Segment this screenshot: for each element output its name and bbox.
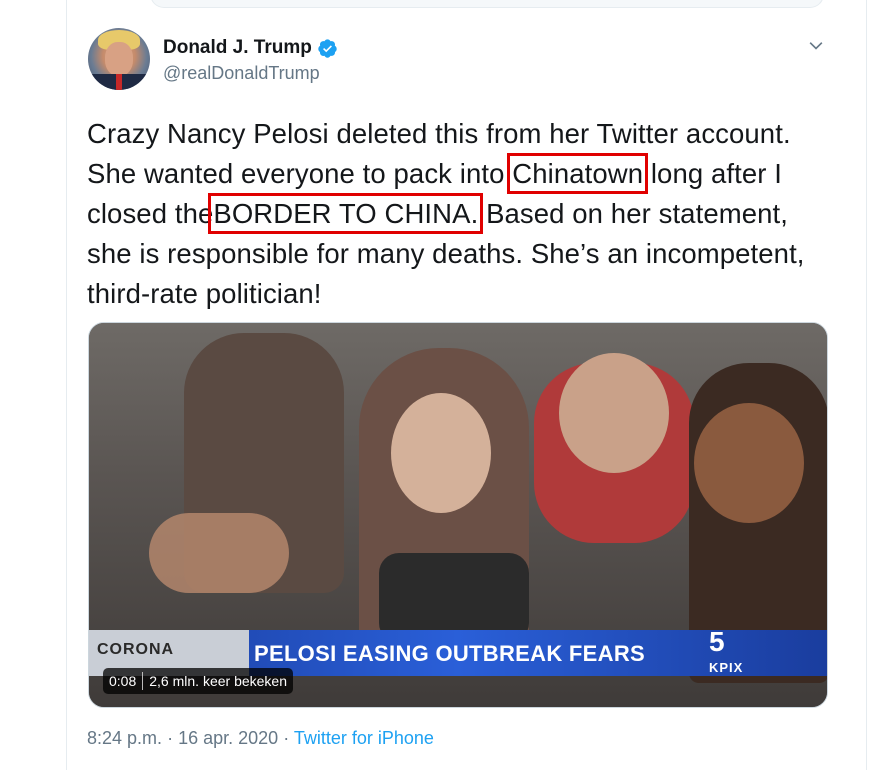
tweet-source-link[interactable]: Twitter for iPhone	[294, 728, 434, 748]
station-name: KPIX	[709, 660, 744, 675]
video-hands	[149, 513, 289, 593]
author-name[interactable]: Donald J. Trump	[163, 37, 312, 59]
chevron-down-icon[interactable]	[806, 36, 826, 56]
avatar[interactable]	[88, 28, 150, 90]
video-person-face	[694, 403, 804, 523]
highlight-chinatown: Chinatown	[507, 153, 649, 194]
tweet-time[interactable]: 8:24 p.m.	[87, 728, 162, 748]
station-logo-number: 5	[709, 626, 725, 657]
meta-separator: ·	[283, 728, 290, 748]
column-border-right	[866, 0, 867, 770]
verified-badge-icon	[318, 38, 337, 58]
news-banner-tag-text: CORONA	[97, 641, 175, 658]
news-banner-text: PELOSI EASING OUTBREAK FEARS	[254, 641, 645, 666]
video-views: 2,6 mln. keer bekeken	[149, 673, 287, 689]
video-duration: 0:08	[109, 673, 137, 689]
avatar-tie	[116, 74, 122, 90]
station-logo: 5 KPIX	[709, 626, 773, 678]
avatar-face	[105, 42, 133, 76]
author-name-row[interactable]: Donald J. Trump	[163, 36, 338, 60]
video-person-face	[559, 353, 669, 473]
tweet-text: Crazy Nancy Pelosi deleted this from her…	[87, 114, 832, 314]
video-person-face	[391, 393, 491, 513]
video-player[interactable]: CORONA PELOSI EASING OUTBREAK FEARS 5 KP…	[88, 322, 828, 708]
tweet-meta: 8:24 p.m. · 16 apr. 2020 · Twitter for i…	[87, 728, 434, 749]
column-border-left	[66, 0, 67, 770]
meta-separator: ·	[167, 728, 174, 748]
author-handle[interactable]: @realDonaldTrump	[163, 63, 320, 84]
tweet-date[interactable]: 16 apr. 2020	[178, 728, 278, 748]
video-info-badge: 0:08 2,6 mln. keer bekeken	[103, 668, 293, 694]
search-bar-edge	[150, 0, 824, 8]
highlight-border-to-china: BORDER TO CHINA.	[208, 193, 484, 234]
badge-divider	[142, 672, 144, 690]
